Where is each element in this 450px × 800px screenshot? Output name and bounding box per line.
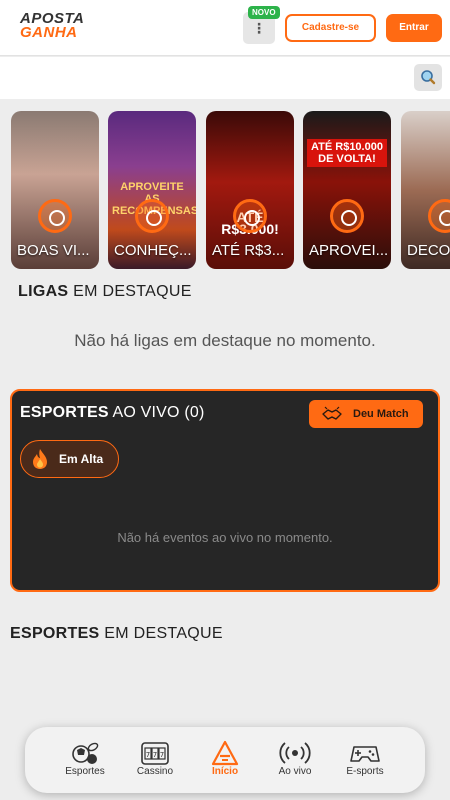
flame-icon — [33, 449, 47, 469]
deu-match-label: Deu Match — [353, 408, 409, 420]
search-bar — [0, 57, 450, 99]
featured-section-title: ESPORTES EM DESTAQUE — [10, 625, 223, 643]
featured-title-rest: EM DESTAQUE — [99, 625, 223, 642]
bottom-navigation: Esportes 7 7 7 Cassino Início Ao vivo E-… — [25, 727, 425, 793]
story-title: APROVEI... — [309, 242, 389, 259]
logo-line-2: GANHA — [20, 24, 78, 41]
leagues-title-rest: EM DESTAQUE — [68, 283, 192, 300]
leagues-section-title: LIGAS EM DESTAQUE — [18, 283, 192, 301]
vertical-dots-icon: ⋮ — [252, 20, 266, 36]
story-headline: ATÉ R$10.000 DE VOLTA! — [307, 139, 387, 167]
signup-button[interactable]: Cadastre-se — [285, 14, 376, 42]
nav-item-esports[interactable]: E-sports — [330, 727, 400, 793]
story-card[interactable]: ATÉ R$10.000 DE VOLTA! APROVEI... — [303, 111, 391, 269]
em-alta-label: Em Alta — [59, 452, 104, 466]
nav-item-inicio[interactable]: Início — [190, 727, 260, 793]
top-header: APOSTA GANHA ⋮ NOVO Cadastre-se Entrar — [0, 0, 450, 56]
story-play-icon — [233, 199, 267, 233]
story-title: CONHEÇ... — [114, 242, 192, 259]
live-section-title: ESPORTES AO VIVO (0) — [20, 404, 205, 422]
slot-machine-icon: 7 7 7 — [141, 742, 169, 765]
stories-carousel[interactable]: BOAS VI... APROVEITE AS RECOMPENSAS CONH… — [0, 111, 450, 271]
sports-balls-icon — [72, 742, 99, 764]
deu-match-button[interactable]: Deu Match — [309, 400, 423, 428]
nav-label-inicio: Início — [211, 766, 239, 777]
nav-item-esportes[interactable]: Esportes — [50, 727, 120, 793]
story-card[interactable]: APROVEITE AS RECOMPENSAS CONHEÇ... — [108, 111, 196, 269]
story-card[interactable]: DECO... — [401, 111, 450, 269]
story-play-icon — [38, 199, 72, 233]
nav-item-cassino[interactable]: 7 7 7 Cassino — [120, 727, 190, 793]
leagues-empty-message: Não há ligas em destaque no momento. — [74, 331, 376, 350]
svg-text:7: 7 — [153, 751, 157, 759]
handshake-icon — [322, 406, 342, 420]
nav-item-ao-vivo[interactable]: Ao vivo — [260, 727, 330, 793]
login-button[interactable]: Entrar — [386, 14, 442, 42]
story-title: BOAS VI... — [17, 242, 90, 259]
story-card[interactable]: ATÉ R$3.000! ATÉ R$3... — [206, 111, 294, 269]
search-button[interactable] — [414, 64, 442, 91]
em-alta-chip[interactable]: Em Alta — [20, 440, 119, 478]
story-title: DECO... — [407, 242, 450, 259]
story-play-icon — [330, 199, 364, 233]
story-play-icon — [135, 199, 169, 233]
nav-label-esports: E-sports — [346, 766, 384, 777]
leagues-title-bold: LIGAS — [18, 283, 69, 300]
live-broadcast-icon — [279, 742, 311, 764]
home-logo-icon — [211, 740, 239, 766]
live-sports-panel: ESPORTES AO VIVO (0) Deu Match Em Alta N… — [10, 389, 440, 592]
live-empty-message: Não há eventos ao vivo no momento. — [117, 530, 333, 545]
gamepad-icon — [350, 746, 380, 762]
nav-label-ao-vivo: Ao vivo — [278, 766, 312, 777]
novo-badge: NOVO — [248, 6, 280, 19]
svg-text:7: 7 — [160, 751, 164, 759]
live-title-rest: AO VIVO (0) — [108, 404, 205, 421]
nav-label-esportes: Esportes — [65, 766, 105, 777]
search-icon — [421, 70, 436, 85]
nav-label-cassino: Cassino — [136, 766, 174, 777]
svg-text:7: 7 — [146, 751, 150, 759]
story-title: ATÉ R$3... — [212, 242, 285, 259]
story-card[interactable]: BOAS VI... — [11, 111, 99, 269]
story-play-icon — [428, 199, 450, 233]
live-title-bold: ESPORTES — [20, 404, 109, 421]
aposta-ganha-logo[interactable]: APOSTA GANHA — [20, 11, 100, 42]
featured-title-bold: ESPORTES — [10, 625, 100, 642]
